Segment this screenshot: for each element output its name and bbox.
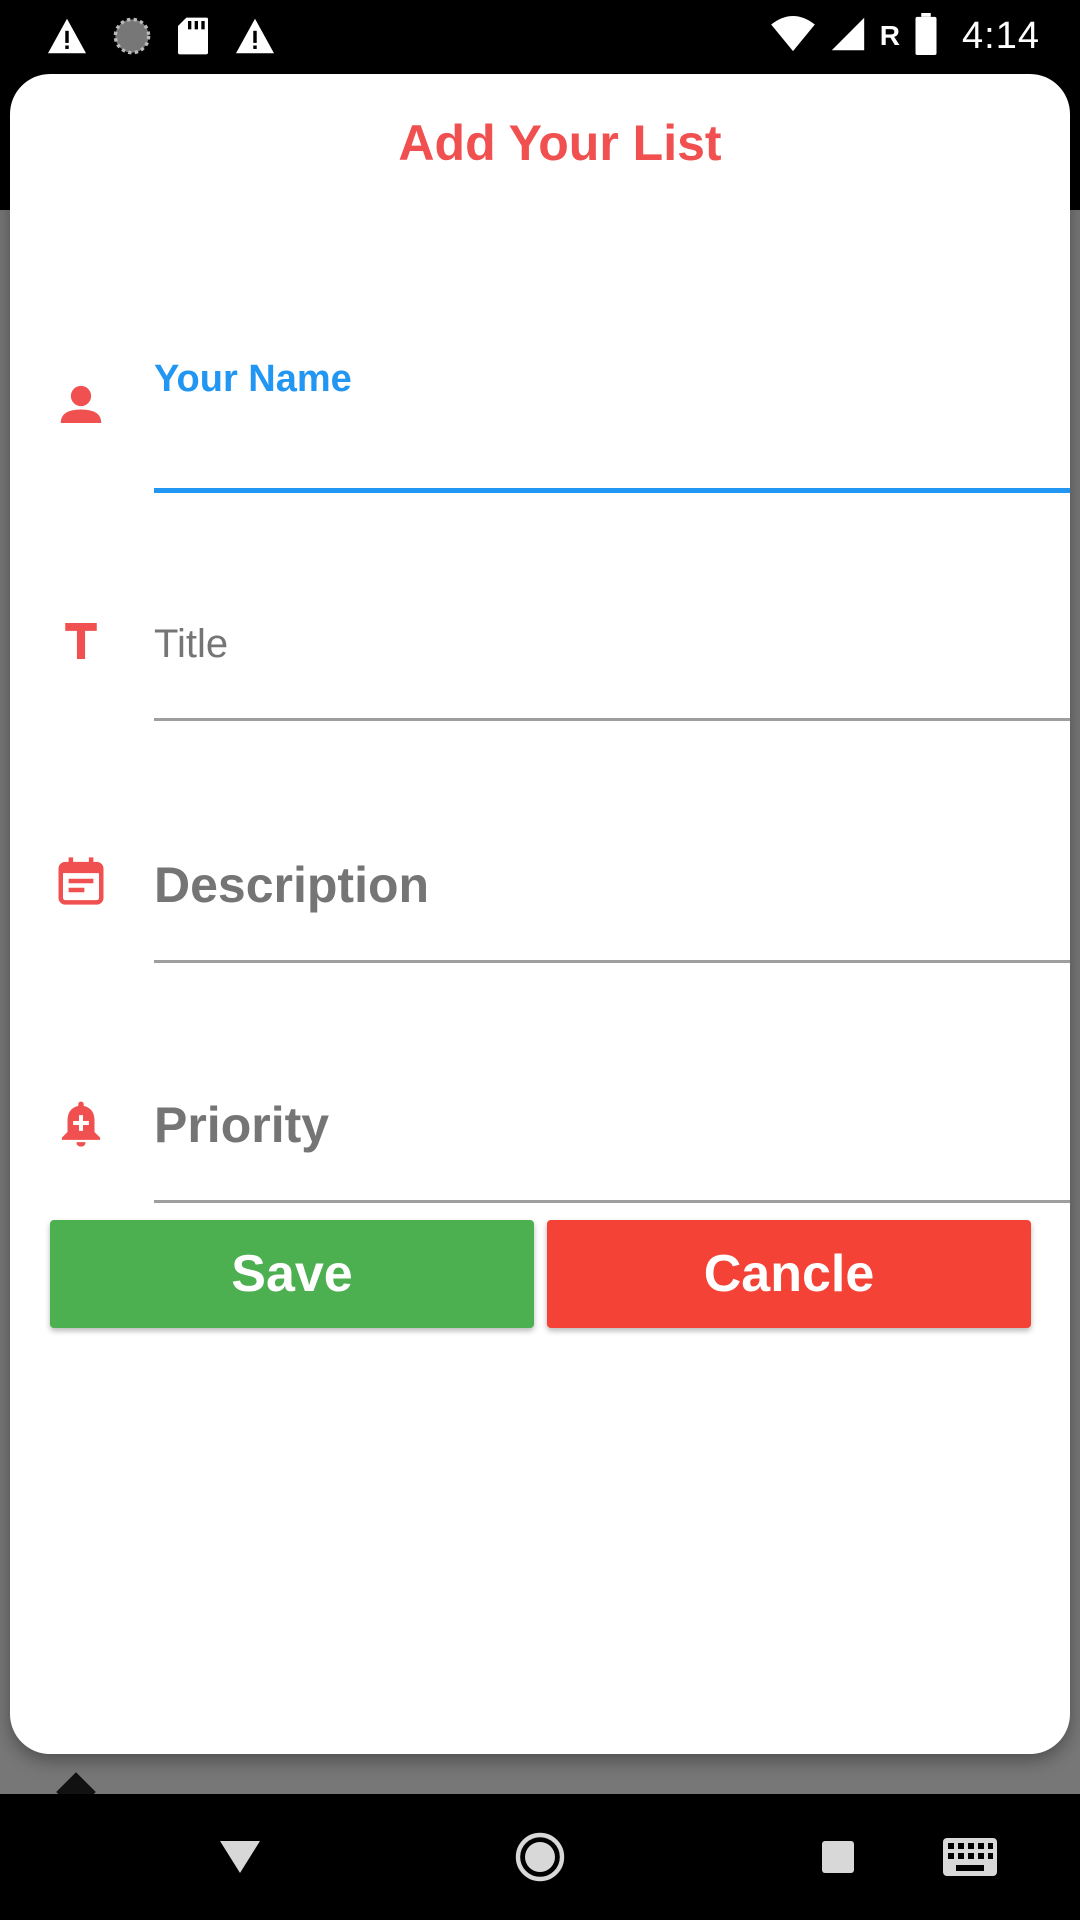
warning-icon (234, 17, 276, 55)
warning-icon (46, 17, 88, 55)
notification-icons (46, 10, 276, 62)
screen: R 4:14 Add Your List Your Name Title Des… (0, 0, 1080, 1920)
priority-field-placeholder: Priority (154, 1097, 330, 1153)
priority-field-underline (154, 1200, 1070, 1203)
sync-icon (112, 16, 152, 56)
description-field-placeholder: Description (154, 857, 430, 913)
calendar-note-icon (54, 854, 108, 908)
cancel-button[interactable]: Cancle (547, 1220, 1031, 1328)
cell-signal-icon (830, 15, 866, 58)
name-field-label: Your Name (154, 358, 352, 400)
name-field-underline (154, 488, 1070, 493)
status-bar: R 4:14 (0, 0, 1080, 72)
back-icon[interactable] (200, 1794, 280, 1920)
bell-plus-icon (54, 1096, 108, 1150)
navigation-bar (0, 1794, 1080, 1920)
status-time: 4:14 (962, 14, 1040, 57)
keyboard-icon[interactable] (920, 1794, 1020, 1920)
system-icons: R 4:14 (770, 10, 1040, 62)
name-field[interactable]: Your Name (10, 274, 1070, 493)
title-field[interactable]: Title (10, 534, 1070, 721)
text-title-icon (54, 614, 108, 668)
sd-card-icon (176, 16, 210, 56)
priority-field[interactable]: Priority (10, 1014, 1070, 1203)
recents-icon[interactable] (798, 1794, 878, 1920)
roaming-indicator: R (879, 20, 901, 51)
description-field[interactable]: Description (10, 774, 1070, 963)
save-button[interactable]: Save (50, 1220, 534, 1328)
underlying-list-item (0, 1760, 1080, 1794)
add-list-dialog: Add Your List Your Name Title Descriptio… (10, 74, 1070, 1754)
wifi-icon (770, 15, 816, 58)
title-field-placeholder: Title (154, 622, 229, 666)
home-icon[interactable] (500, 1794, 580, 1920)
person-icon (54, 378, 108, 432)
battery-icon (914, 12, 938, 60)
dialog-title: Add Your List (398, 115, 722, 171)
description-field-underline (154, 960, 1070, 963)
title-field-underline (154, 718, 1070, 721)
edit-icon (56, 1772, 96, 1794)
